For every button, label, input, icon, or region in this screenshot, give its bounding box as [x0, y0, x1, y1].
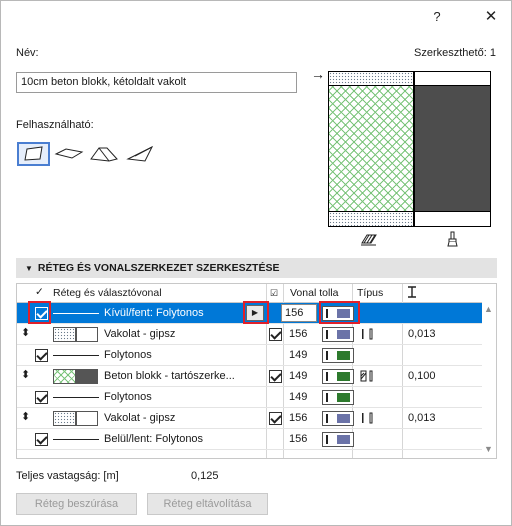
- shell-icon[interactable]: [124, 142, 156, 166]
- line-type-sample: [53, 397, 99, 398]
- line-row[interactable]: Belül/lent: Folytonos 156: [17, 429, 482, 450]
- layer-type-icon[interactable]: [359, 328, 379, 340]
- pen-number[interactable]: 156: [289, 433, 307, 445]
- title-bar: ? ✕: [1, 1, 511, 33]
- header-pen: Vonal tolla: [290, 287, 339, 299]
- fill-background-swatch[interactable]: [76, 369, 98, 384]
- composite-editor-dialog: ? ✕ Név: Szerkeszthető: 1 10cm beton blo…: [0, 0, 512, 526]
- insert-layer-button[interactable]: Réteg beszúrása: [16, 493, 137, 515]
- pen-color-swatch[interactable]: [322, 327, 354, 342]
- layer-thickness[interactable]: 0,013: [408, 328, 436, 340]
- pen-number[interactable]: 149: [289, 349, 307, 361]
- line-name: Kívül/fent: Folytonos: [104, 307, 204, 319]
- thickness-icon: [407, 286, 417, 301]
- fill-background-swatch[interactable]: [76, 327, 98, 342]
- line-visible-checkbox[interactable]: [35, 391, 48, 404]
- section-preview: [328, 71, 414, 227]
- pen-color-swatch[interactable]: [322, 390, 354, 405]
- header-type: Típus: [357, 287, 384, 299]
- line-visible-checkbox[interactable]: [35, 349, 48, 362]
- header-layer: Réteg és választóvonal: [53, 287, 162, 299]
- header-line-check-icon: ☑: [270, 288, 279, 298]
- pen-color-swatch[interactable]: [322, 348, 354, 363]
- line-row[interactable]: Folytonos 149: [17, 387, 482, 408]
- line-name: Belül/lent: Folytonos: [104, 433, 204, 445]
- highlight-arrow-button: [243, 301, 269, 324]
- pen-color-swatch[interactable]: [322, 369, 354, 384]
- remove-layer-button[interactable]: Réteg eltávolítása: [147, 493, 268, 515]
- pen-number-input[interactable]: 156: [281, 304, 317, 322]
- layer-type-icon[interactable]: [359, 370, 379, 382]
- drag-handle-icon[interactable]: ⬍: [21, 326, 30, 339]
- brush-icon[interactable]: [445, 231, 461, 247]
- slab-icon[interactable]: [53, 142, 85, 166]
- editable-count: Szerkeszthető: 1: [414, 47, 496, 59]
- layer-type-icon[interactable]: [359, 412, 379, 424]
- header-check-icon: ✓: [35, 286, 44, 298]
- pen-number[interactable]: 156: [289, 412, 307, 424]
- drag-handle-icon[interactable]: ⬍: [21, 410, 30, 423]
- layer-name: Vakolat - gipsz: [104, 412, 176, 424]
- preview-arrow-icon: →: [311, 66, 325, 82]
- close-button[interactable]: ✕: [481, 7, 501, 27]
- fill-preview-icon[interactable]: [361, 231, 377, 247]
- highlight-pen-swatch: [319, 301, 360, 324]
- line-type-sample: [53, 355, 99, 356]
- layer-row[interactable]: ⬍ Vakolat - gipsz 156 0,013: [17, 324, 482, 345]
- line-row[interactable]: Folytonos 149: [17, 345, 482, 366]
- layer-thickness[interactable]: 0,100: [408, 370, 436, 382]
- pen-number[interactable]: 156: [289, 328, 307, 340]
- pen-color-swatch[interactable]: [322, 432, 354, 447]
- highlight-checkbox: [28, 301, 51, 324]
- total-thickness-label: Teljes vastagság: [m]: [16, 470, 119, 482]
- scroll-down-icon: ▼: [484, 444, 493, 454]
- total-thickness-value: 0,125: [191, 470, 219, 482]
- pen-number[interactable]: 149: [289, 370, 307, 382]
- pen-number[interactable]: 149: [289, 391, 307, 403]
- section-header[interactable]: ▼ RÉTEG ÉS VONALSZERKEZET SZERKESZTÉSE: [16, 258, 497, 278]
- layer-row[interactable]: ⬍ Vakolat - gipsz 156 0,013: [17, 408, 482, 429]
- section-title: ▼ RÉTEG ÉS VONALSZERKEZET SZERKESZTÉSE: [25, 262, 280, 274]
- roof-icon[interactable]: [88, 142, 120, 166]
- line-visible-checkbox[interactable]: [35, 433, 48, 446]
- plan-preview: [414, 71, 491, 227]
- line-type-sample: [53, 313, 99, 314]
- collapse-icon: ▼: [25, 264, 33, 273]
- layer-row[interactable]: ⬍ Beton blokk - tartószerke... 149 0,100: [17, 366, 482, 387]
- fill-pattern-swatch[interactable]: [53, 327, 76, 342]
- layer-line-checkbox[interactable]: [269, 412, 282, 425]
- layer-name: Beton blokk - tartószerke...: [104, 370, 235, 382]
- table-scrollbar[interactable]: ▲ ▼: [482, 284, 496, 458]
- line-name: Folytonos: [104, 349, 152, 361]
- line-type-sample: [53, 439, 99, 440]
- scroll-up-icon: ▲: [484, 304, 493, 314]
- drag-handle-icon[interactable]: ⬍: [21, 368, 30, 381]
- pen-color-swatch[interactable]: [322, 411, 354, 426]
- fill-pattern-swatch[interactable]: [53, 369, 76, 384]
- usage-label: Felhasználható:: [16, 119, 94, 131]
- layer-line-checkbox[interactable]: [269, 328, 282, 341]
- name-label: Név:: [16, 47, 39, 59]
- layer-name: Vakolat - gipsz: [104, 328, 176, 340]
- help-button[interactable]: ?: [427, 7, 447, 27]
- line-name: Folytonos: [104, 391, 152, 403]
- layer-thickness[interactable]: 0,013: [408, 412, 436, 424]
- fill-pattern-swatch[interactable]: [53, 411, 76, 426]
- fill-background-swatch[interactable]: [76, 411, 98, 426]
- layer-line-checkbox[interactable]: [269, 370, 282, 383]
- wall-icon[interactable]: [17, 142, 50, 166]
- name-field[interactable]: 10cm beton blokk, kétoldalt vakolt: [16, 72, 297, 93]
